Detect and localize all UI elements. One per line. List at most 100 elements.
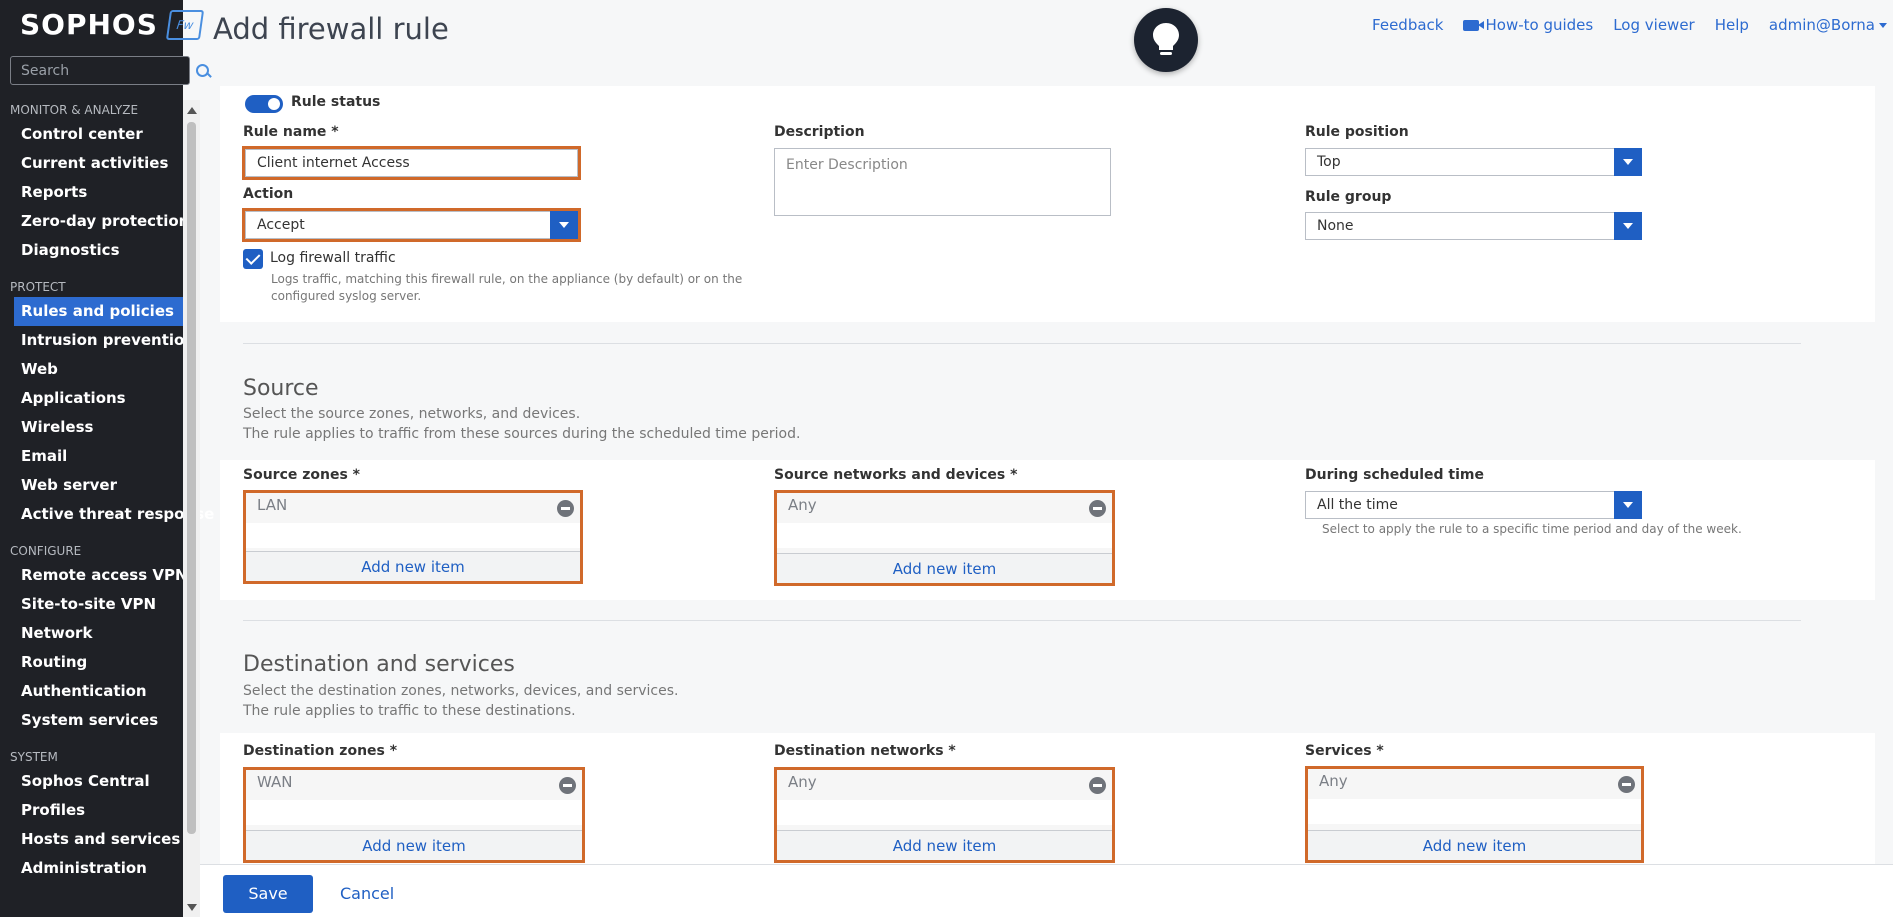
rule-position-value: Top	[1317, 154, 1341, 170]
services-list[interactable]: Any Add new item	[1305, 766, 1644, 863]
destination-desc-line-2: The rule applies to traffic to these des…	[243, 703, 576, 719]
cancel-button[interactable]: Cancel	[340, 875, 394, 913]
remove-icon[interactable]	[559, 777, 576, 794]
chevron-down-icon	[559, 222, 569, 228]
sidebar-item-intrusion-prevention[interactable]: Intrusion prevention	[0, 326, 195, 355]
rule-group-value: None	[1317, 218, 1354, 234]
action-dropdown-button[interactable]	[550, 211, 578, 239]
sidebar-item-site-to-site-vpn[interactable]: Site-to-site VPN	[0, 590, 183, 619]
feedback-link[interactable]: Feedback	[1372, 16, 1443, 34]
sidebar-nav: MONITOR & ANALYZE Control center Current…	[0, 96, 214, 883]
description-input[interactable]: Enter Description	[774, 148, 1111, 216]
destination-section-title: Destination and services	[243, 652, 515, 677]
rule-name-input[interactable]: Client internet Access	[242, 146, 581, 180]
sidebar: SOPHOS Fw MONITOR & ANALYZE Control cent…	[0, 0, 214, 917]
add-destination-zone-button[interactable]: Add new item	[246, 830, 582, 860]
sidebar-item-profiles[interactable]: Profiles	[0, 796, 183, 825]
rule-status-toggle[interactable]	[245, 95, 283, 113]
log-traffic-checkbox[interactable]	[243, 249, 263, 269]
sidebar-item-email[interactable]: Email	[0, 442, 183, 471]
logo-text: SOPHOS	[20, 8, 158, 41]
sidebar-item-control-center[interactable]: Control center	[0, 120, 183, 149]
lightbulb-icon[interactable]	[1134, 8, 1198, 72]
sidebar-item-applications[interactable]: Applications	[0, 384, 183, 413]
log-viewer-link[interactable]: Log viewer	[1613, 16, 1695, 34]
howto-guides-link[interactable]: How-to guides	[1463, 16, 1593, 34]
remove-icon[interactable]	[1618, 776, 1635, 793]
firewall-badge-icon: Fw	[165, 9, 205, 40]
sidebar-item-remote-access-vpn[interactable]: Remote access VPN	[0, 561, 188, 590]
user-menu[interactable]: admin@Borna	[1769, 16, 1887, 34]
source-zone-item: LAN	[257, 496, 288, 514]
rule-group-dropdown-button[interactable]	[1614, 212, 1642, 240]
nav-section-title: CONFIGURE	[10, 544, 82, 558]
schedule-label: During scheduled time	[1305, 467, 1484, 483]
sophos-logo[interactable]: SOPHOS Fw	[20, 8, 205, 41]
search-input[interactable]	[21, 62, 195, 79]
help-link[interactable]: Help	[1715, 16, 1749, 34]
remove-icon[interactable]	[557, 500, 574, 517]
action-label: Action	[243, 186, 294, 202]
destination-networks-label: Destination networks *	[774, 743, 956, 759]
sidebar-item-web-server[interactable]: Web server	[0, 471, 183, 500]
source-networks-list[interactable]: Any Add new item	[774, 490, 1115, 586]
source-zones-list[interactable]: LAN Add new item	[243, 490, 583, 584]
source-networks-label: Source networks and devices *	[774, 467, 1018, 483]
sidebar-item-reports[interactable]: Reports	[0, 178, 183, 207]
sidebar-item-authentication[interactable]: Authentication	[0, 677, 183, 706]
scroll-thumb[interactable]	[187, 122, 196, 834]
destination-networks-list[interactable]: Any Add new item	[774, 767, 1115, 863]
sidebar-item-active-threat-response[interactable]: Active threat response	[0, 500, 214, 529]
page-title: Add firewall rule	[213, 12, 449, 46]
schedule-select[interactable]: All the time	[1305, 491, 1642, 519]
remove-icon[interactable]	[1089, 500, 1106, 517]
save-button[interactable]: Save	[223, 875, 313, 913]
section-divider	[243, 620, 1801, 621]
video-icon	[1463, 19, 1485, 31]
add-service-button[interactable]: Add new item	[1308, 830, 1641, 860]
sidebar-item-hosts-and-services[interactable]: Hosts and services	[0, 825, 183, 854]
add-source-network-button[interactable]: Add new item	[777, 553, 1112, 583]
schedule-dropdown-button[interactable]	[1614, 491, 1642, 519]
sidebar-item-system-services[interactable]: System services	[0, 706, 183, 735]
scroll-down-icon[interactable]	[187, 904, 197, 911]
log-hint-line-2: configured syslog server.	[271, 289, 422, 303]
nav-section-title: PROTECT	[10, 280, 66, 294]
empty-row	[246, 523, 580, 548]
rule-position-select[interactable]: Top	[1305, 148, 1642, 176]
rule-group-select[interactable]: None	[1305, 212, 1642, 240]
schedule-hint: Select to apply the rule to a specific t…	[1322, 522, 1742, 536]
sidebar-item-administration[interactable]: Administration	[0, 854, 183, 883]
rule-group-label: Rule group	[1305, 189, 1392, 205]
chevron-down-icon	[1623, 502, 1633, 508]
sidebar-item-web[interactable]: Web	[0, 355, 183, 384]
sidebar-item-sophos-central[interactable]: Sophos Central	[0, 767, 183, 796]
chevron-down-icon	[1623, 159, 1633, 165]
sidebar-item-diagnostics[interactable]: Diagnostics	[0, 236, 183, 265]
destination-zone-item: WAN	[257, 773, 293, 791]
rule-position-dropdown-button[interactable]	[1614, 148, 1642, 176]
sidebar-item-wireless[interactable]: Wireless	[0, 413, 183, 442]
action-value: Accept	[257, 217, 305, 233]
log-traffic-label: Log firewall traffic	[270, 250, 396, 266]
add-destination-network-button[interactable]: Add new item	[777, 830, 1112, 860]
sidebar-item-rules-and-policies[interactable]: Rules and policies	[14, 297, 183, 326]
empty-row	[246, 800, 582, 825]
sidebar-item-network[interactable]: Network	[0, 619, 183, 648]
destination-zones-list[interactable]: WAN Add new item	[243, 767, 585, 863]
action-select[interactable]: Accept	[242, 208, 581, 242]
top-nav: Feedback How-to guides Log viewer Help a…	[1372, 16, 1893, 34]
howto-label: How-to guides	[1485, 16, 1594, 34]
empty-row	[777, 523, 1112, 548]
sidebar-item-current-activities[interactable]: Current activities	[0, 149, 183, 178]
sidebar-item-zero-day-protection[interactable]: Zero-day protection	[0, 207, 189, 236]
sidebar-item-routing[interactable]: Routing	[0, 648, 183, 677]
scroll-up-icon[interactable]	[187, 107, 197, 114]
sidebar-scrollbar[interactable]	[183, 100, 200, 917]
rule-status-label: Rule status	[291, 94, 381, 110]
schedule-value: All the time	[1317, 497, 1398, 513]
description-label: Description	[774, 124, 865, 140]
add-source-zone-button[interactable]: Add new item	[246, 551, 580, 581]
remove-icon[interactable]	[1089, 777, 1106, 794]
source-desc-line-2: The rule applies to traffic from these s…	[243, 426, 801, 442]
